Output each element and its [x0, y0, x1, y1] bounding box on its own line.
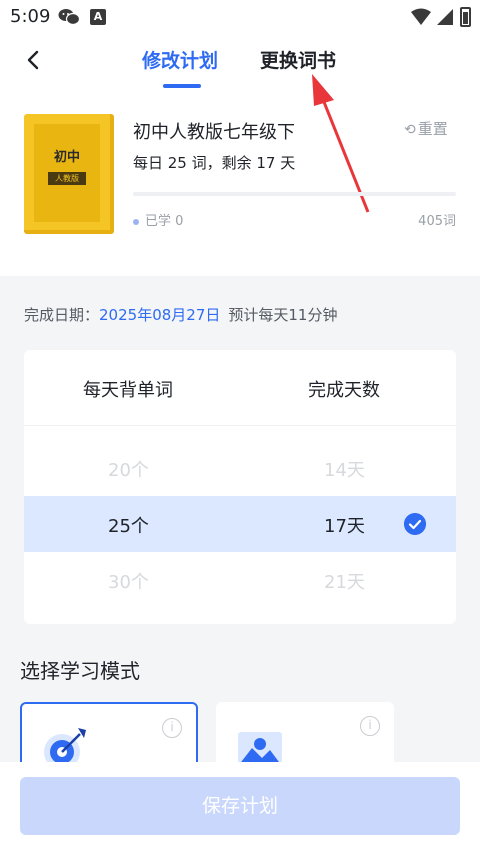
tab-active-indicator [163, 84, 201, 88]
app-notification-icon: A [90, 9, 106, 25]
reset-icon: ⟲ [404, 122, 416, 138]
picker-words-value: 25个 [108, 516, 149, 537]
tab-change-book[interactable]: 更换词书 [260, 46, 336, 73]
footer-bar: 保存计划 [0, 762, 480, 854]
wechat-icon [58, 9, 80, 26]
picker-words-value: 20个 [108, 460, 149, 481]
plan-summary: 每日 25 词，剩余 17 天 [133, 154, 296, 172]
picker-days-value: 21天 [324, 572, 365, 593]
info-icon[interactable]: i [162, 718, 182, 738]
annotation-arrow [312, 74, 370, 213]
learned-count: 已学 0 [133, 210, 183, 229]
signal-icon [437, 9, 453, 25]
picker-divider [24, 425, 456, 426]
picker-words-value: 30个 [108, 572, 149, 593]
check-icon [404, 513, 426, 535]
picker-header-days: 完成天数 [308, 380, 380, 401]
picker-days-value: 17天 [324, 516, 365, 537]
study-mode-title: 选择学习模式 [20, 659, 140, 683]
status-time: 5:09 [10, 6, 51, 27]
picker-row-selected[interactable]: 25个 17天 [24, 496, 456, 552]
info-icon[interactable]: i [360, 716, 380, 736]
reset-button[interactable]: ⟲ 重置 [404, 118, 448, 139]
finish-date: 2025年08月27日 [99, 306, 221, 324]
picker-row[interactable]: 20个 14天 [24, 440, 456, 496]
book-cover-label: 人教版 [48, 172, 86, 185]
daily-estimate: 预计每天11分钟 [228, 306, 338, 324]
progress-bar [133, 192, 456, 196]
picker-days-value: 14天 [324, 460, 365, 481]
picker-header-words: 每天背单词 [83, 380, 173, 401]
finish-date-row: 完成日期：2025年08月27日 预计每天11分钟 [24, 304, 337, 325]
back-arrow-icon[interactable] [20, 46, 48, 74]
reset-label: 重置 [417, 120, 448, 138]
picker-row[interactable]: 30个 21天 [24, 552, 456, 608]
book-cover-title: 初中 [53, 150, 80, 165]
finish-date-label: 完成日期： [24, 306, 100, 324]
plan-picker[interactable]: 每天背单词 完成天数 20个 14天 25个 17天 30个 21天 [24, 350, 456, 624]
status-bar: 5:09 A [0, 0, 480, 34]
save-plan-button[interactable]: 保存计划 [20, 777, 460, 835]
total-words: 405词 [418, 214, 456, 229]
book-name: 初中人教版七年级下 [133, 122, 295, 143]
learned-label: 已学 0 [145, 214, 184, 229]
book-cover: 初中 人教版 [24, 114, 114, 234]
tab-edit-plan[interactable]: 修改计划 [142, 46, 218, 73]
battery-icon [460, 7, 471, 27]
wifi-icon [411, 8, 431, 25]
learned-dot-icon [133, 218, 139, 225]
plan-header-section: 修改计划 更换词书 初中 人教版 初中人教版七年级下 每日 25 词，剩余 17… [0, 34, 480, 276]
